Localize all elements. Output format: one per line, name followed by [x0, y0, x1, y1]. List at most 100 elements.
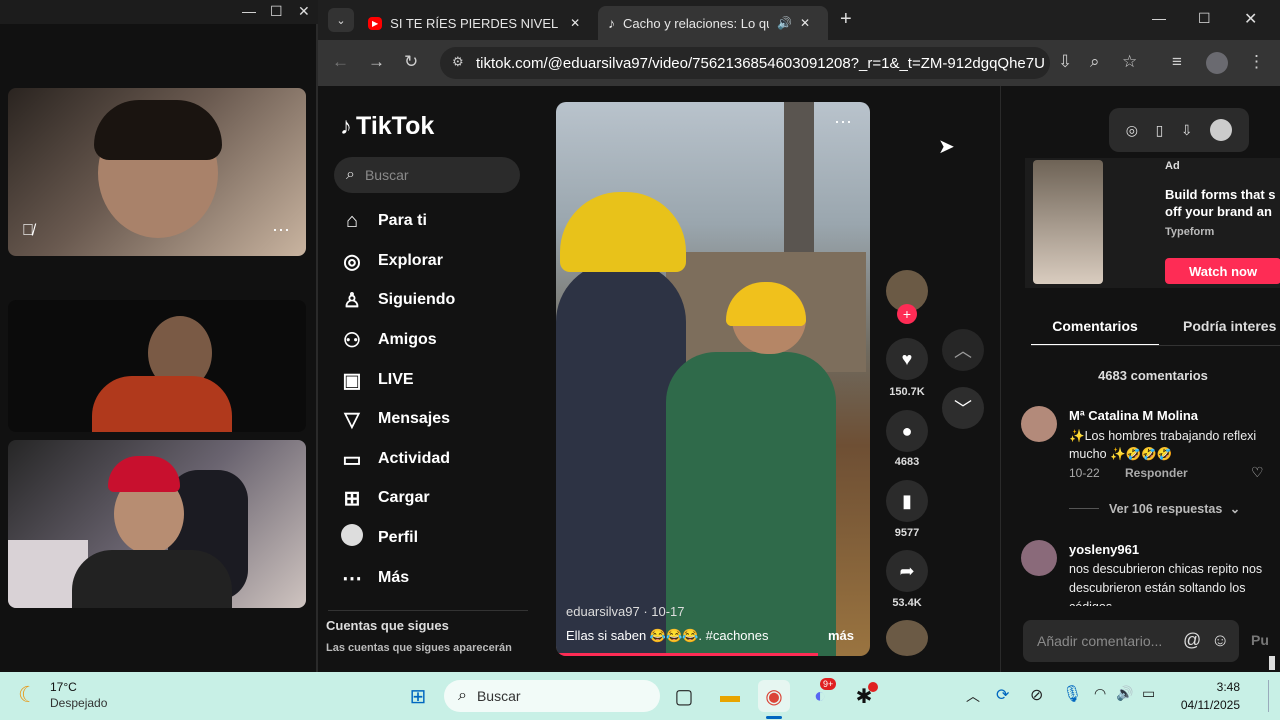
video-player[interactable]: ⋯ eduarsilva97 · 10-17 Ellas si saben 😂😂…: [556, 102, 870, 656]
video-progress[interactable]: [556, 653, 818, 656]
brand-name: TikTok: [356, 112, 435, 140]
weather-moon-icon[interactable]: ☾: [18, 682, 38, 708]
participant-tile-2[interactable]: [8, 300, 306, 432]
chrome-icon[interactable]: ◉: [758, 680, 790, 712]
previous-video-button[interactable]: ︿: [942, 329, 984, 371]
microphone-icon[interactable]: 🎙: [1062, 684, 1082, 704]
new-tab-icon[interactable]: +: [840, 8, 852, 31]
tab-search-icon[interactable]: ⌄: [328, 8, 354, 32]
mention-icon[interactable]: @: [1183, 630, 1201, 651]
comment-username[interactable]: yosleny961: [1069, 542, 1139, 557]
minimize-icon[interactable]: —: [1152, 10, 1166, 26]
nav-mas[interactable]: ⋯ Más: [340, 563, 409, 593]
nav-actividad[interactable]: ▭ Actividad: [340, 444, 450, 474]
participant-tile-1[interactable]: 🎙̸ ⋯: [8, 88, 306, 256]
maximize-icon[interactable]: ☐: [1198, 10, 1211, 27]
tab-tiktok[interactable]: ♪ Cacho y relaciones: Lo que 🔊 ✕: [598, 6, 828, 40]
user-avatar[interactable]: [1210, 119, 1233, 141]
windows-start-icon[interactable]: ⊞: [402, 680, 434, 712]
weather-desc[interactable]: Despejado: [50, 696, 107, 710]
nav-amigos[interactable]: ⚇ Amigos: [340, 325, 437, 355]
profile-avatar[interactable]: [1206, 52, 1228, 74]
comment-count: 4683: [894, 456, 920, 468]
share-button[interactable]: ➦: [886, 550, 928, 592]
ad-thumbnail[interactable]: [1033, 160, 1103, 284]
ad-card[interactable]: Ad Build forms that s off your brand an …: [1025, 158, 1280, 288]
tab-youtube[interactable]: ▶ SI TE RÍES PIERDES NIVEL DIOS ( ✕: [358, 6, 594, 40]
battery-icon[interactable]: ▭: [1142, 685, 1155, 702]
taskbar-search[interactable]: ⌕ Buscar: [444, 680, 660, 712]
comment-username[interactable]: Mª Catalina M Molina: [1069, 408, 1198, 423]
install-app-icon[interactable]: ⇩: [1058, 52, 1072, 72]
file-explorer-icon[interactable]: ▬: [714, 680, 746, 712]
nav-cargar[interactable]: ⊞ Cargar: [340, 483, 430, 513]
ad-cta-button[interactable]: Watch now: [1165, 258, 1280, 284]
comment-like-icon[interactable]: ♡: [1251, 464, 1264, 481]
weather-temp[interactable]: 17°C: [50, 680, 77, 694]
back-icon[interactable]: ←: [332, 52, 349, 72]
network-off-icon[interactable]: ⊘: [1030, 685, 1043, 705]
close-tab-icon[interactable]: ✕: [800, 16, 810, 30]
menu-dots-icon[interactable]: ⋮: [1248, 52, 1265, 72]
view-replies-link[interactable]: Ver 106 respuestas ⌄: [1109, 501, 1240, 516]
nav-siguiendo[interactable]: ♙ Siguiendo: [340, 285, 455, 315]
nav-mensajes[interactable]: ▽ Mensajes: [340, 404, 450, 434]
reply-link[interactable]: Responder: [1125, 466, 1188, 480]
participant-tile-3[interactable]: [8, 440, 306, 608]
save-button[interactable]: ▮: [886, 480, 928, 522]
clock-time[interactable]: 3:48: [1184, 680, 1240, 694]
comment-date: 10-22: [1069, 466, 1100, 480]
tab-comentarios[interactable]: Comentarios: [1031, 318, 1159, 334]
speaker-icon[interactable]: 🔊: [777, 16, 792, 30]
upload-icon: ⊞: [343, 487, 361, 510]
maximize-icon[interactable]: ☐: [270, 3, 283, 20]
nav-explorar[interactable]: ◎ Explorar: [340, 246, 443, 276]
like-button[interactable]: ♥: [886, 338, 928, 380]
sync-icon[interactable]: ⟳: [996, 685, 1009, 705]
sound-disc[interactable]: [886, 620, 928, 656]
task-view-icon[interactable]: ▢: [668, 680, 700, 712]
post-button[interactable]: Pu: [1251, 632, 1269, 648]
tiktok-logo[interactable]: ♪ TikTok: [340, 112, 434, 141]
close-icon[interactable]: ✕: [298, 3, 310, 20]
bookmark-star-icon[interactable]: ☆: [1122, 52, 1137, 72]
device-icon[interactable]: ▯: [1156, 122, 1164, 139]
next-video-button[interactable]: ﹀: [942, 387, 984, 429]
video-more-icon[interactable]: ⋯: [834, 112, 852, 133]
close-tab-icon[interactable]: ✕: [570, 16, 580, 30]
comment-button[interactable]: ●: [886, 410, 928, 452]
avatar[interactable]: [1021, 406, 1057, 442]
avatar[interactable]: [1021, 540, 1057, 576]
video-author[interactable]: eduarsilva97 · 10-17: [566, 604, 685, 619]
more-options-icon[interactable]: ⋯: [272, 220, 290, 241]
clock-date[interactable]: 04/11/2025: [1170, 698, 1240, 712]
search-input[interactable]: ⌕ Buscar: [334, 157, 520, 193]
caption-more-link[interactable]: más: [828, 628, 854, 643]
zoom-icon[interactable]: ⌕: [1090, 52, 1100, 72]
site-info-icon[interactable]: ⚙: [452, 54, 464, 70]
follow-plus-icon[interactable]: +: [897, 304, 917, 324]
comment-input[interactable]: Añadir comentario... @ ☺: [1023, 620, 1239, 662]
volume-icon[interactable]: 🔊: [1116, 685, 1133, 702]
scrollbar-thumb[interactable]: [1269, 656, 1275, 670]
media-control-icon[interactable]: ≡: [1172, 52, 1182, 72]
nav-label: Siguiendo: [378, 291, 456, 308]
chevron-up-icon[interactable]: ︿: [966, 686, 980, 706]
nav-live[interactable]: ▣ LIVE: [340, 365, 414, 395]
nav-para-ti[interactable]: ⌂ Para ti: [340, 206, 427, 236]
wifi-icon[interactable]: ◠: [1094, 685, 1106, 702]
reload-icon[interactable]: ↻: [404, 52, 418, 72]
nav-perfil[interactable]: Perfil: [340, 523, 418, 553]
emoji-icon[interactable]: ☺: [1211, 630, 1229, 651]
coins-icon[interactable]: ◎: [1126, 122, 1138, 139]
minimize-icon[interactable]: —: [242, 3, 256, 19]
download-icon[interactable]: ⇩: [1181, 122, 1193, 139]
tab-podria-interesar[interactable]: Podría interes: [1183, 318, 1276, 334]
browser-window: ⌄ ▶ SI TE RÍES PIERDES NIVEL DIOS ( ✕ ♪ …: [318, 0, 1280, 672]
chevron-down-icon: ﹀: [954, 399, 972, 419]
close-icon[interactable]: ✕: [1244, 9, 1257, 29]
show-desktop-button[interactable]: [1268, 680, 1278, 712]
forward-icon[interactable]: →: [368, 52, 385, 72]
address-bar[interactable]: ⚙ tiktok.com/@eduarsilva97/video/7562136…: [440, 47, 1050, 79]
comment-text: ✨Los hombres trabajando reflexi mucho ✨🤣…: [1069, 429, 1257, 461]
